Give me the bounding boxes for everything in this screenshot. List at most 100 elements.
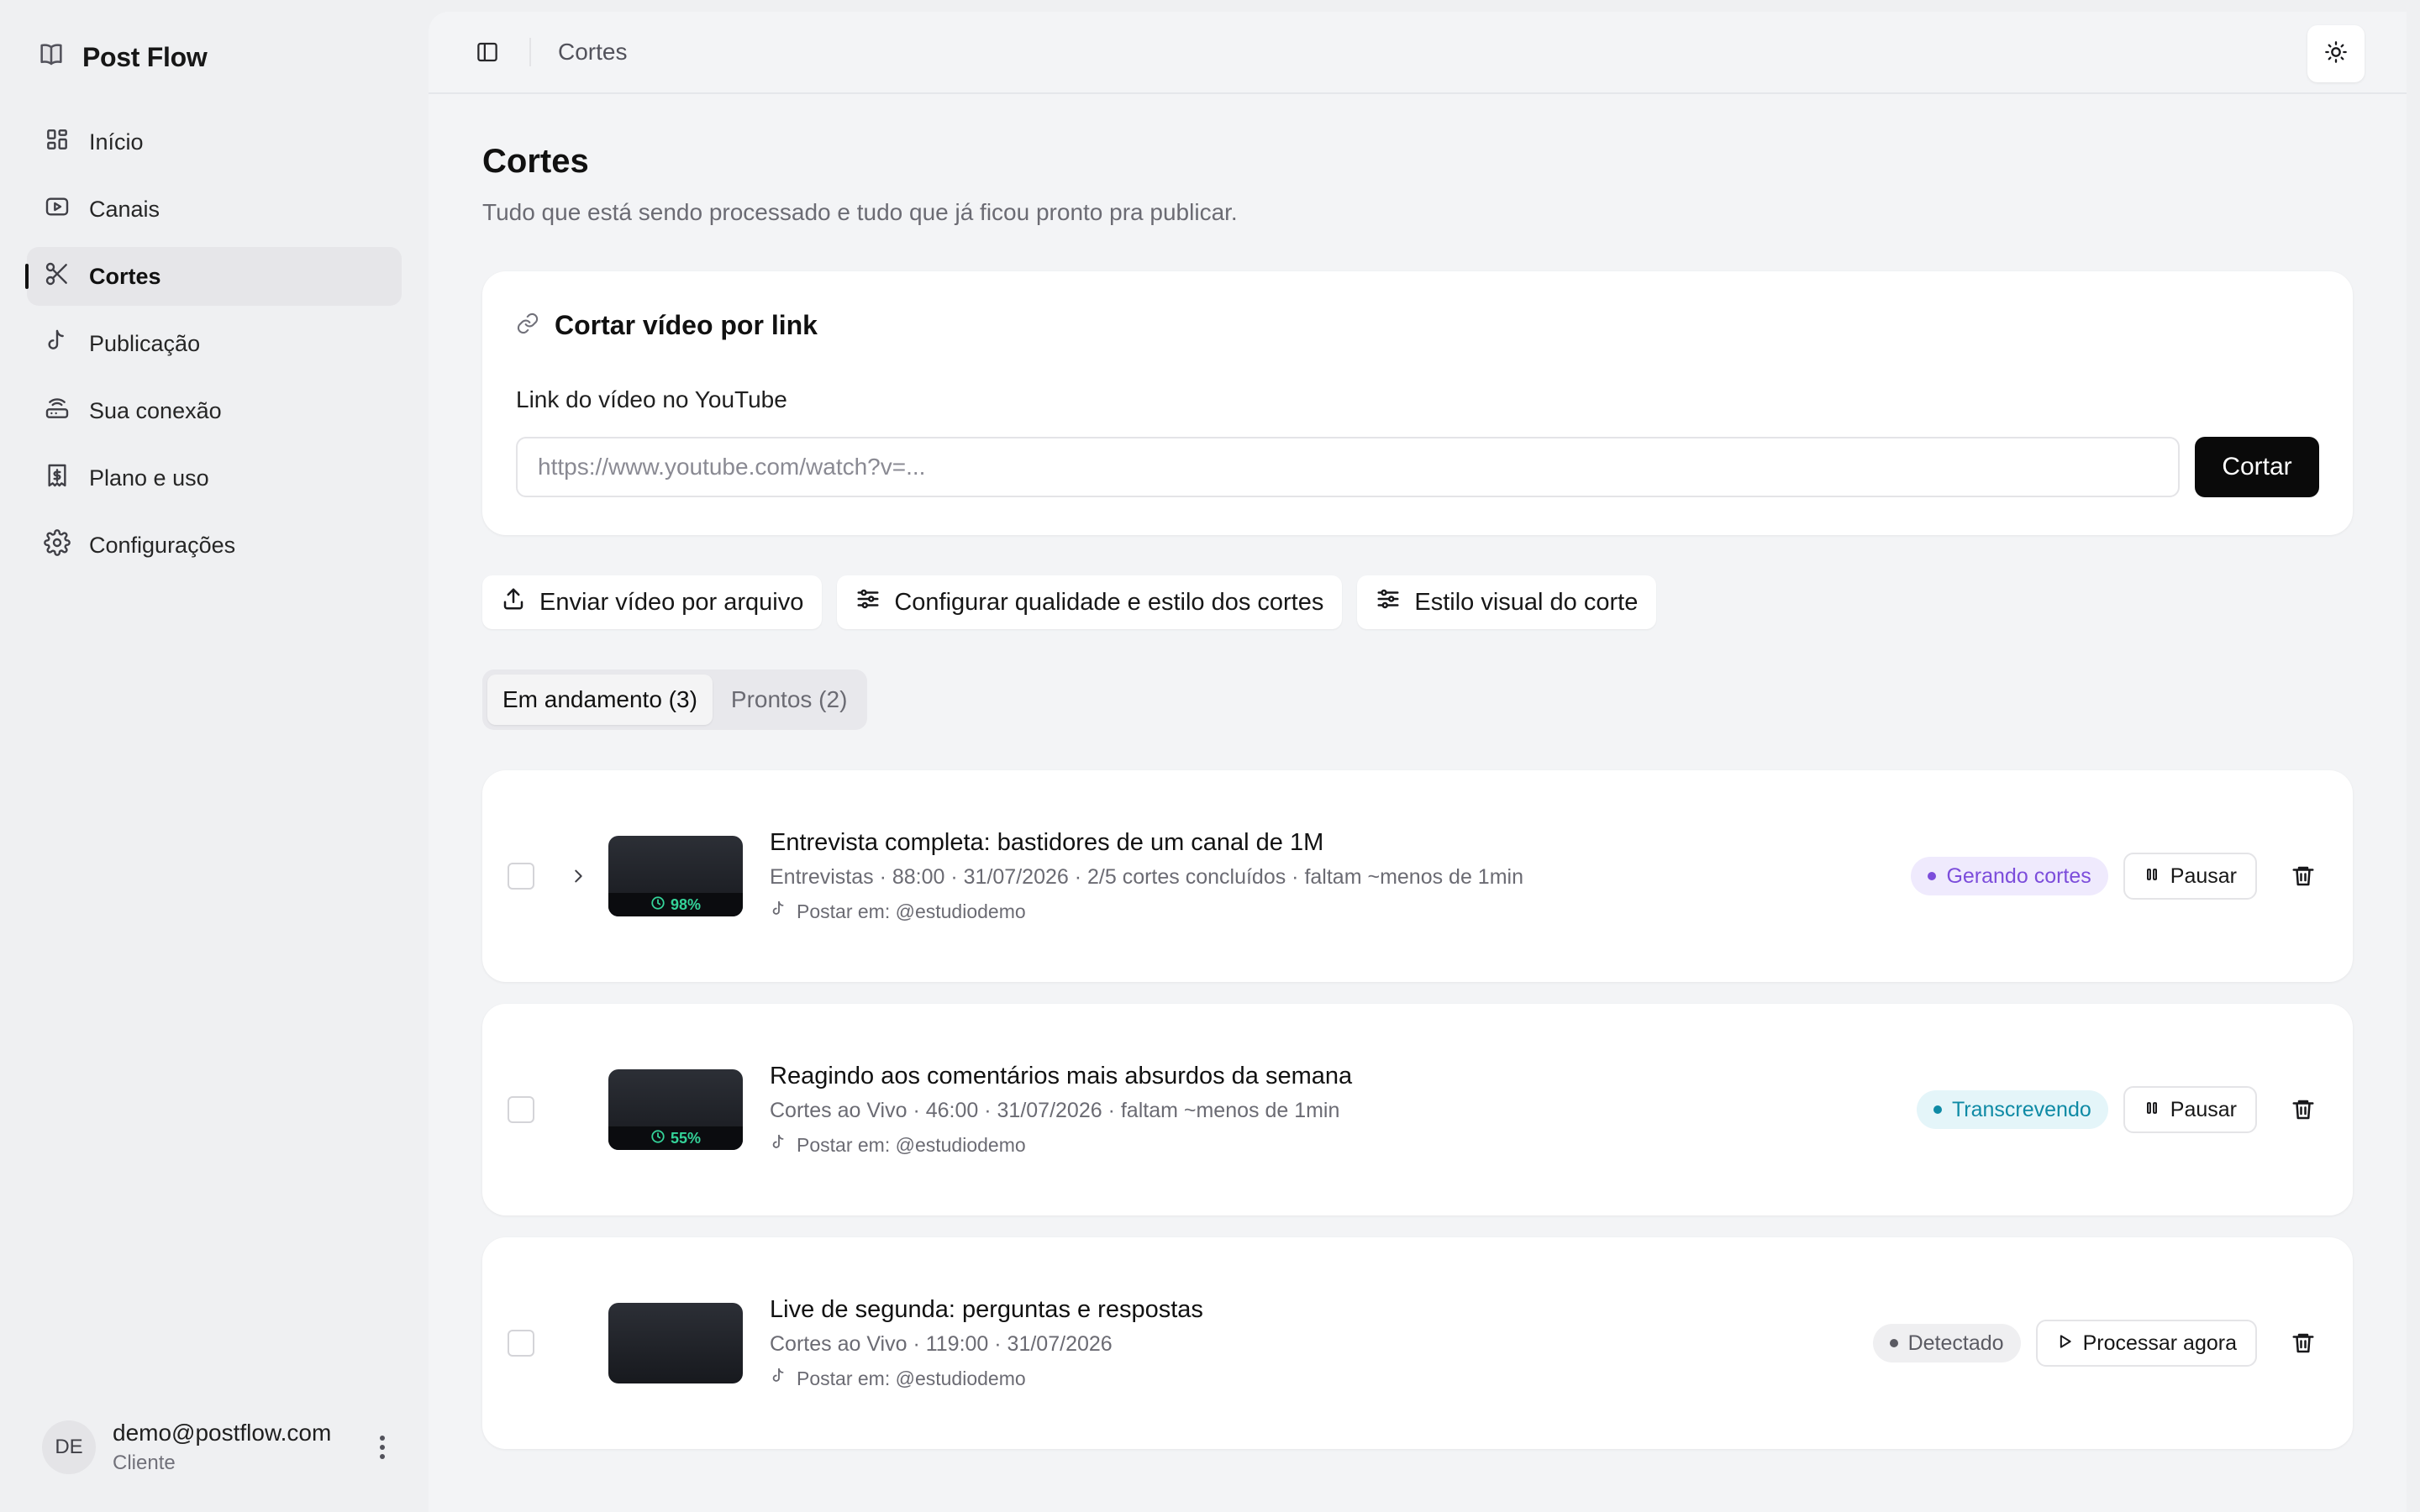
job-post-label: Postar em: @estudiodemo: [797, 1367, 1026, 1389]
chevron-right-icon[interactable]: [565, 863, 592, 890]
trash-icon[interactable]: [2282, 855, 2324, 897]
pause-icon: [2144, 1098, 2160, 1122]
job-post-label: Postar em: @estudiodemo: [797, 900, 1026, 922]
process-now-button[interactable]: Processar agora: [2035, 1320, 2257, 1367]
user-email: demo@postflow.com: [113, 1420, 332, 1446]
job-thumbnail: 55%: [608, 1069, 743, 1150]
sun-icon: [2324, 40, 2348, 68]
job-checkbox[interactable]: [508, 1330, 534, 1357]
sidebar-item-canais[interactable]: Canais: [27, 180, 402, 239]
upload-icon: [501, 586, 526, 618]
job-progress-value: 98%: [670, 895, 702, 913]
play-icon: [2056, 1331, 2073, 1356]
job-post-label: Postar em: @estudiodemo: [797, 1133, 1026, 1156]
status-badge: Transcrevendo: [1916, 1090, 2108, 1129]
tiktok-icon: [770, 1133, 788, 1157]
sidebar-item-sua-conexao[interactable]: Sua conexão: [27, 381, 402, 440]
brand[interactable]: Post Flow: [27, 34, 402, 81]
status-tabs: Em andamento (3) Prontos (2): [482, 669, 868, 730]
user-info: demo@postflow.com Cliente: [113, 1420, 353, 1475]
status-dot: [1889, 1339, 1898, 1347]
clock-icon: [650, 895, 666, 915]
job-thumbnail: 98%: [608, 836, 743, 916]
app-shell: Post Flow Início Canais Cortes Publicaçã…: [0, 0, 2420, 1512]
cut-button[interactable]: Cortar: [2195, 437, 2319, 497]
process-now-label: Processar agora: [2082, 1331, 2237, 1355]
sidebar-item-label: Cortes: [89, 263, 161, 289]
job-title: Entrevista completa: bastidores de um ca…: [770, 829, 1324, 856]
avatar: DE: [42, 1420, 96, 1474]
sidebar-item-label: Início: [89, 129, 144, 155]
sidebar-item-label: Plano e uso: [89, 465, 209, 491]
sidebar-item-inicio[interactable]: Início: [27, 113, 402, 171]
tiktok-icon: [44, 328, 71, 360]
youtube-link-label: Link do vídeo no YouTube: [516, 386, 787, 412]
tiktok-icon: [770, 1367, 788, 1390]
user-role: Cliente: [113, 1452, 176, 1474]
configure-quality-button[interactable]: Configurar qualidade e estilo dos cortes: [837, 575, 1343, 629]
tab-prontos[interactable]: Prontos (2): [716, 675, 863, 725]
clock-icon: [650, 1129, 666, 1148]
status-dot: [1928, 872, 1937, 880]
job-card: Live de segunda: perguntas e respostas C…: [482, 1237, 2353, 1449]
sidebar-item-plano-e-uso[interactable]: Plano e uso: [27, 449, 402, 507]
status-badge: Gerando cortes: [1911, 857, 2108, 895]
job-actions: Detectado Processar agora: [1872, 1320, 2324, 1367]
sidebar-item-label: Sua conexão: [89, 397, 222, 423]
theme-toggle-button[interactable]: [2307, 25, 2365, 82]
sidebar-item-label: Configurações: [89, 532, 236, 558]
sliders-icon: [1376, 586, 1401, 618]
tiktok-icon: [770, 900, 788, 923]
job-card: 55% Reagindo aos comentários mais absurd…: [482, 1004, 2353, 1215]
job-info: Reagindo aos comentários mais absurdos d…: [770, 1063, 1917, 1157]
status-badge: Detectado: [1872, 1324, 2021, 1362]
job-post-target: Postar em: @estudiodemo: [770, 900, 1911, 923]
sliders-icon: [855, 586, 881, 618]
router-icon: [44, 395, 71, 428]
user-menu[interactable]: DE demo@postflow.com Cliente: [42, 1420, 395, 1475]
job-info: Live de segunda: perguntas e respostas C…: [770, 1296, 1873, 1390]
trash-icon[interactable]: [2282, 1089, 2324, 1131]
link-icon: [516, 312, 539, 339]
job-progress: 98%: [608, 893, 743, 916]
sidebar: Post Flow Início Canais Cortes Publicaçã…: [0, 0, 429, 1512]
job-checkbox[interactable]: [508, 1096, 534, 1123]
app-name: Post Flow: [82, 41, 208, 72]
receipt-icon: [44, 462, 71, 495]
job-info: Entrevista completa: bastidores de um ca…: [770, 829, 1911, 923]
job-checkbox[interactable]: [508, 863, 534, 890]
page-title: Cortes: [482, 143, 589, 180]
configure-quality-label: Configurar qualidade e estilo dos cortes: [894, 588, 1324, 616]
pause-button[interactable]: Pausar: [2123, 853, 2257, 900]
link-card: Cortar vídeo por link Link do vídeo no Y…: [482, 271, 2353, 535]
job-title: Live de segunda: perguntas e respostas: [770, 1296, 1203, 1323]
main-panel: Cortes Cortes Tudo que está sendo proces…: [429, 12, 2407, 1512]
pause-button[interactable]: Pausar: [2123, 1086, 2257, 1133]
sidebar-item-cortes[interactable]: Cortes: [25, 247, 402, 306]
sidebar-item-publicacao[interactable]: Publicação: [27, 314, 402, 373]
sidebar-item-configuracoes[interactable]: Configurações: [27, 516, 402, 575]
status-label: Detectado: [1907, 1331, 2004, 1355]
more-vertical-icon[interactable]: [370, 1431, 395, 1464]
youtube-link-input[interactable]: [516, 437, 2180, 497]
scissors-icon: [44, 260, 71, 293]
sidebar-toggle-icon[interactable]: [471, 35, 504, 69]
gear-icon: [44, 528, 71, 562]
visual-style-label: Estilo visual do corte: [1414, 588, 1639, 616]
topbar: Cortes: [429, 12, 2407, 94]
link-card-title: Cortar vídeo por link: [555, 310, 818, 340]
topbar-divider: [529, 38, 531, 66]
upload-file-label: Enviar vídeo por arquivo: [539, 588, 804, 616]
job-actions: Gerando cortes Pausar: [1911, 853, 2324, 900]
upload-file-button[interactable]: Enviar vídeo por arquivo: [482, 575, 823, 629]
jobs-list: 98% Entrevista completa: bastidores de u…: [482, 770, 2353, 1449]
visual-style-button[interactable]: Estilo visual do corte: [1357, 575, 1657, 629]
job-title: Reagindo aos comentários mais absurdos d…: [770, 1063, 1353, 1089]
sidebar-item-label: Canais: [89, 196, 160, 222]
job-card: 98% Entrevista completa: bastidores de u…: [482, 770, 2353, 982]
tab-em-andamento[interactable]: Em andamento (3): [487, 675, 713, 725]
pause-icon: [2144, 864, 2160, 889]
job-progress: 55%: [608, 1126, 743, 1150]
breadcrumb: Cortes: [558, 39, 628, 65]
trash-icon[interactable]: [2282, 1322, 2324, 1364]
